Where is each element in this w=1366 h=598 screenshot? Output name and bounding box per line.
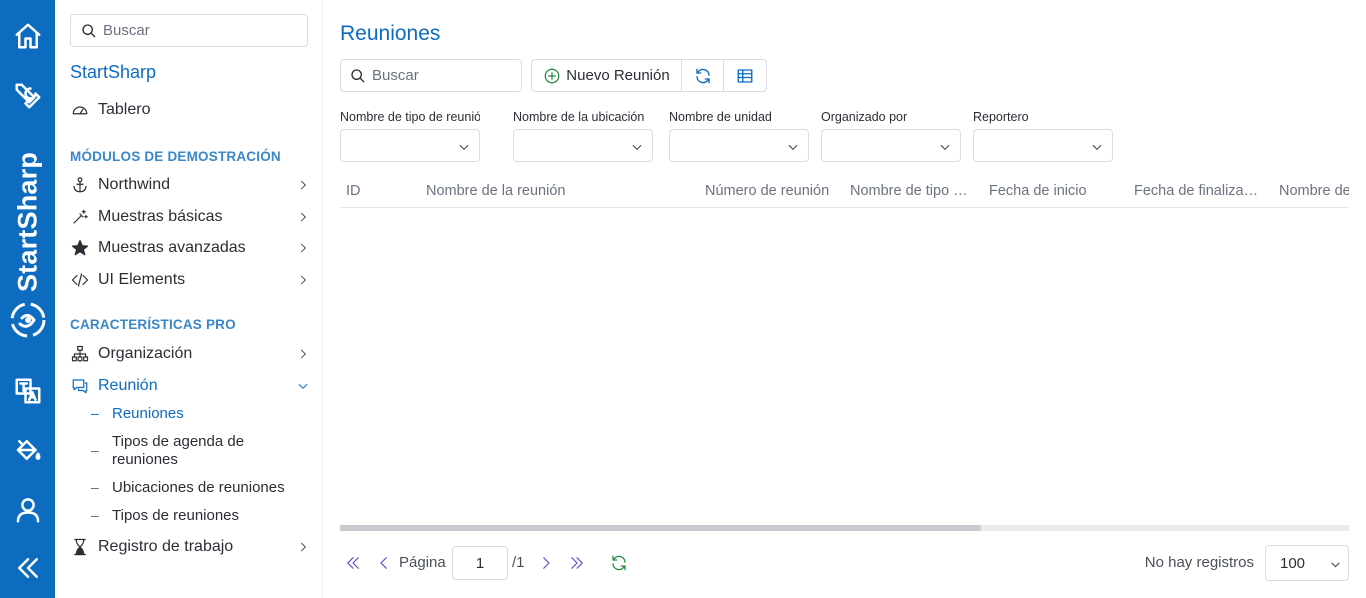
user-icon[interactable] <box>0 490 55 530</box>
sidebar-item-advanced-samples[interactable]: Muestras avanzadas <box>70 235 310 261</box>
reload-button[interactable] <box>609 553 629 573</box>
prev-page-button[interactable] <box>374 553 394 573</box>
scrollbar-thumb[interactable] <box>340 525 981 531</box>
table-icon <box>737 68 753 83</box>
filter-unit: Nombre de unidad <box>669 110 809 162</box>
column-header-meeting-name[interactable]: Nombre de la reunión <box>426 183 686 199</box>
sidebar-item-organization[interactable]: Organización <box>70 341 310 367</box>
sidebar-item-worklog[interactable]: Registro de trabajo <box>70 534 310 560</box>
code-icon <box>70 270 90 290</box>
pager: Página /1 No hay registros 100 <box>340 545 1349 581</box>
hourglass-icon <box>70 537 90 557</box>
chevron-right-icon <box>296 241 310 255</box>
section-pro-header: CARACTERÍSTICAS PRO <box>70 317 236 332</box>
filter-reporter-select[interactable] <box>973 129 1113 162</box>
chevron-down-icon <box>788 144 798 150</box>
double-chevron-left-icon <box>347 557 359 569</box>
refresh-icon <box>612 555 626 571</box>
filter-location: Nombre de la ubicación <box>513 110 653 162</box>
grid-search[interactable] <box>340 59 522 92</box>
chevron-right-icon <box>296 347 310 361</box>
refresh-button[interactable] <box>682 60 724 91</box>
refresh-icon <box>695 68 710 83</box>
sidebar-search[interactable] <box>70 14 308 47</box>
horizontal-scrollbar[interactable] <box>340 525 1349 531</box>
last-page-button[interactable] <box>567 553 587 573</box>
app-title: StartSharp <box>70 62 157 82</box>
filter-organizer: Organizado por <box>821 110 961 162</box>
speedometer-icon <box>70 100 90 120</box>
translate-icon[interactable] <box>0 371 55 411</box>
column-header-end-date[interactable]: Fecha de finalización <box>1134 183 1264 199</box>
chevron-down-icon <box>296 379 310 393</box>
collapse-icon[interactable] <box>0 548 55 588</box>
column-header-meeting-number[interactable]: Número de reunión <box>705 183 835 199</box>
column-header-meeting-type[interactable]: Nombre de tipo de reunión <box>850 183 975 199</box>
paint-bucket-icon[interactable] <box>0 430 55 470</box>
page-size-select[interactable]: 100 <box>1265 545 1349 581</box>
chat-icon <box>70 376 90 396</box>
brand-logo-icon <box>10 302 46 338</box>
chevron-down-icon <box>940 144 950 150</box>
page-number-input[interactable] <box>452 546 508 580</box>
sidebar-subitem-meetings[interactable]: – Reuniones <box>91 405 306 423</box>
column-header-unit-name[interactable]: Nombre de <box>1279 183 1349 199</box>
sidebar: StartSharp Tablero MÓDULOS DE DEMOSTRACI… <box>55 0 323 598</box>
filter-meeting-type: Nombre de tipo de reunión <box>340 110 480 162</box>
sidebar-subitem-agenda-types[interactable]: – Tipos de agenda de reuniones <box>91 433 306 469</box>
page-title: Reuniones <box>340 22 441 45</box>
page-label: Página <box>399 554 446 571</box>
column-picker-button[interactable] <box>724 60 766 91</box>
filter-reporter: Reportero <box>973 110 1113 162</box>
grid-header: ID Nombre de la reunión Número de reunió… <box>340 175 1349 208</box>
chevron-down-icon <box>459 144 469 150</box>
anchor-icon <box>70 175 90 195</box>
sidebar-subitem-meeting-types[interactable]: – Tipos de reuniones <box>91 507 306 525</box>
first-page-button[interactable] <box>343 553 363 573</box>
search-icon <box>351 69 365 83</box>
chevron-right-icon <box>296 273 310 287</box>
chevron-right-icon <box>296 210 310 224</box>
filter-organizer-select[interactable] <box>821 129 961 162</box>
chevron-down-icon <box>1092 144 1102 150</box>
chevron-right-icon <box>543 557 550 569</box>
chevron-down-icon <box>632 144 642 150</box>
sidebar-item-meeting[interactable]: Reunión <box>70 373 310 399</box>
chevron-right-icon <box>296 178 310 192</box>
plus-circle-icon <box>544 68 560 83</box>
magic-wand-icon <box>70 207 90 227</box>
chevron-left-icon <box>380 557 387 569</box>
chevron-right-icon <box>296 540 310 554</box>
filter-meeting-type-select[interactable] <box>340 129 480 162</box>
search-icon <box>82 24 96 38</box>
next-page-button[interactable] <box>536 553 556 573</box>
page-total: /1 <box>512 554 525 571</box>
column-header-start-date[interactable]: Fecha de inicio <box>989 183 1119 199</box>
filter-location-select[interactable] <box>513 129 653 162</box>
sidebar-item-basic-samples[interactable]: Muestras básicas <box>70 204 310 230</box>
sidebar-search-input[interactable] <box>103 15 303 46</box>
new-meeting-button[interactable]: Nuevo Reunión <box>532 60 682 91</box>
section-demo-header: MÓDULOS DE DEMOSTRACIÓN <box>70 149 281 164</box>
double-chevron-right-icon <box>571 557 583 569</box>
sidebar-item-dashboard[interactable]: Tablero <box>70 97 310 123</box>
filter-unit-select[interactable] <box>669 129 809 162</box>
org-chart-icon <box>70 344 90 364</box>
app-rail: StartSharp <box>0 0 55 598</box>
sidebar-item-northwind[interactable]: Northwind <box>70 172 310 198</box>
column-header-id[interactable]: ID <box>346 183 406 199</box>
sidebar-subitem-locations[interactable]: – Ubicaciones de reuniones <box>91 479 306 497</box>
star-icon <box>70 238 90 258</box>
tools-icon[interactable] <box>0 76 55 116</box>
home-icon[interactable] <box>0 16 55 56</box>
toolbar: Nuevo Reunión <box>531 59 767 92</box>
chevron-down-icon <box>1331 562 1340 568</box>
no-records-label: No hay registros <box>1144 554 1254 571</box>
sidebar-item-ui-elements[interactable]: UI Elements <box>70 267 310 293</box>
grid-search-input[interactable] <box>372 60 517 91</box>
